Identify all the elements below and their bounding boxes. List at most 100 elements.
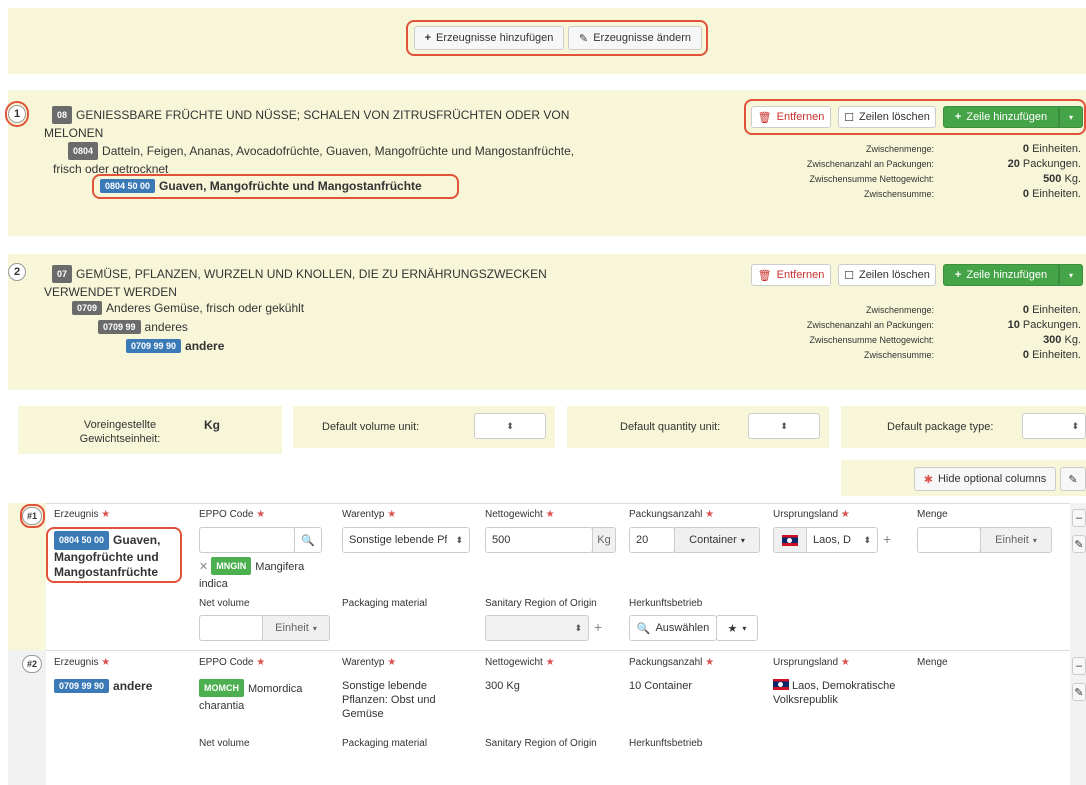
summary-value: 0 Einheiten. [1022,349,1081,361]
annotation-product-1 [46,527,182,583]
packaging-material-header: Packaging material [342,598,428,609]
caret-down-icon: ▾ [1032,535,1037,545]
edit-columns-button[interactable]: ✎ [1060,467,1086,491]
annotation-section-1-number [5,101,29,127]
summary-label: Zwischenmenge: [865,144,934,154]
sanitary-region-select[interactable]: ⬍ [485,615,589,641]
row-number-2: #2 [22,655,42,673]
caret-down-icon: ▾ [312,623,317,633]
summary-value: 500 Kg. [1043,173,1081,185]
type-header: Warentyp ★ [342,657,397,668]
asterisk-icon: ✱ [923,473,933,486]
chapter-title: GEMÜSE, PFLANZEN, WURZELN UND KNOLLEN, D… [76,267,547,281]
remove-eppo-icon[interactable]: ✕ [199,561,208,573]
type-value-2: Sonstige lebende Pflanzen: Obst und Gemüse [342,680,436,720]
add-sanitary-icon[interactable]: + [594,620,602,634]
heading-code-badge: 0804 [68,142,99,160]
row-remove-button[interactable]: – [1072,657,1086,675]
origin-value-2: Laos, Demokratische Volksrepublik [773,679,896,706]
sanitary-region-header: Sanitary Region of Origin [485,738,597,749]
chapter-title-cont: VERWENDET WERDEN [44,285,177,299]
remove-label: Entfernen [776,269,825,281]
quantity-unit-dropdown[interactable]: Einheit ▾ [980,527,1052,553]
weight-input[interactable]: 500 [485,527,593,553]
clear-rows-button[interactable]: ☐ Zeilen löschen [838,264,936,286]
hide-optional-columns-button[interactable]: ✱ Hide optional columns [914,467,1056,491]
packages-input[interactable]: 20 [629,527,675,553]
packaging-material-header: Packaging material [342,738,428,749]
hide-optional-label: Hide optional columns [937,473,1047,485]
select-establishment-button[interactable]: 🔍 Auswählen [629,615,717,641]
edit-icon: ✎ [1068,473,1078,486]
chapter-code-badge: 07 [52,265,73,283]
quantity-input[interactable] [917,527,981,553]
establishment-header: Herkunftsbetrieb [629,738,703,749]
packages-header: Packungsanzahl ★ [629,657,715,668]
summary-label: Zwischenanzahl an Packungen: [806,320,934,330]
heading-2: 0709 Anderes Gemüse, frisch oder gekühlt [72,301,304,315]
laos-flag-icon [773,679,789,690]
sanitary-region-header: Sanitary Region of Origin [485,598,597,609]
package-type-dropdown[interactable]: Container ▾ [674,527,760,553]
net-volume-header: Net volume [199,598,250,609]
product-cell-2: 0709 99 90 andere [54,679,152,693]
caret-down-icon: ▾ [740,535,745,545]
origin-header: Ursprungsland ★ [773,657,850,668]
pencil-icon: ✎ [1074,686,1084,699]
default-package-label: Default package type: [887,421,994,433]
weight-header: Nettogewicht ★ [485,509,555,520]
row-edit-button[interactable]: ✎ [1072,535,1086,553]
summary-value: 10 Packungen. [1007,319,1081,331]
cn-code-badge: 0709 99 90 [126,339,182,353]
product-header: Erzeugnis ★ [54,657,111,668]
clear-rows-label: Zeilen löschen [858,269,930,281]
remove-button[interactable]: 🗑 Entfernen [751,264,831,286]
chapter-code-badge: 08 [52,106,73,124]
row-edit-button[interactable]: ✎ [1072,683,1086,701]
default-quantity-label: Default quantity unit: [620,421,721,433]
eppo-header: EPPO Code ★ [199,657,266,668]
add-row-label: Zeile hinzufügen [966,269,1048,281]
add-origin-icon[interactable]: + [883,532,891,546]
net-volume-header: Net volume [199,738,250,749]
plus-icon: + [954,269,962,281]
packages-header: Packungsanzahl ★ [629,509,715,520]
volume-unit-dropdown[interactable]: Einheit ▾ [262,615,330,641]
net-volume-input[interactable] [199,615,263,641]
weight-value-2: 300 Kg [485,680,520,692]
caret-down-icon: ▾ [1068,270,1073,280]
select-arrows-icon: ⬍ [455,534,463,545]
select-arrows-icon: ⬍ [506,420,514,431]
summary-label: Zwischensumme Nettogewicht: [809,335,934,345]
caret-down-icon: ▾ [742,623,747,633]
origin-select[interactable]: Laos, D ⬍ [806,527,878,553]
favorites-dropdown[interactable]: ★ ▾ [716,615,758,641]
heading-title: Datteln, Feigen, Ananas, Avocadofrüchte,… [102,144,575,158]
chapter-title: GENIESSBARE FRÜCHTE UND NÜSSE; SCHALEN V… [76,108,570,122]
default-quantity-select[interactable]: ⬍ [748,413,820,439]
type-select[interactable]: Sonstige lebende Pf ⬍ [342,527,470,553]
product-header: Erzeugnis ★ [54,509,111,520]
quantity-header: Menge [917,509,948,520]
heading-title: Anderes Gemüse, frisch oder gekühlt [106,301,305,315]
default-package-select[interactable]: ⬍ [1022,413,1086,439]
chapter-title-cont: MELONEN [44,126,104,140]
eppo-value-2: MOMCH Momordica charantia [199,679,319,713]
chapter-heading-1: 08 GENIESSBARE FRÜCHTE UND NÜSSE; SCHALEN… [44,106,652,140]
add-row-dropdown[interactable]: ▾ [1059,264,1083,286]
eppo-tag: MOMCH [199,679,244,697]
summary-value: 300 Kg. [1043,334,1081,346]
type-header: Warentyp ★ [342,509,397,520]
row-remove-button[interactable]: – [1072,509,1086,527]
heading-1: 0804 Datteln, Feigen, Ananas, Avocadofrüc… [53,142,668,176]
eppo-code-input[interactable] [199,527,295,553]
row-2 [8,650,1086,785]
subheading-title: anderes [144,320,188,334]
search-icon: 🔍 [301,534,315,547]
default-volume-select[interactable]: ⬍ [474,413,546,439]
add-row-button[interactable]: + Zeile hinzufügen [943,264,1059,286]
eppo-search-button[interactable]: 🔍 [294,527,322,553]
weight-unit-addon: Kg [592,527,616,553]
annotation-section-1-actions [744,99,1086,135]
summary-label: Zwischensumme: [863,189,934,199]
